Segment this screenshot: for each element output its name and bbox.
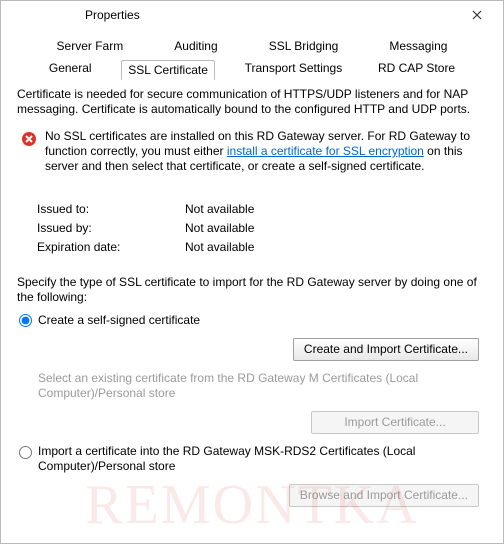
issued-by-value: Not available — [185, 221, 254, 236]
tab-general[interactable]: General — [43, 59, 98, 79]
warning-box: No SSL certificates are installed on thi… — [17, 129, 487, 174]
create-import-certificate-button[interactable]: Create and Import Certificate... — [293, 338, 479, 361]
install-certificate-link[interactable]: install a certificate for SSL encryption — [227, 144, 424, 158]
properties-dialog: Properties Server Farm Auditing SSL Brid… — [0, 0, 504, 544]
close-button[interactable] — [457, 3, 497, 27]
window-title: Properties — [7, 8, 140, 22]
expiration-value: Not available — [185, 240, 254, 255]
radio-create-self-signed[interactable] — [19, 314, 32, 327]
tab-content: Certificate is needed for secure communi… — [1, 81, 503, 507]
option-create-self-signed[interactable]: Create a self-signed certificate — [17, 313, 487, 328]
option-select-existing-label: Select an existing certificate from the … — [38, 371, 487, 401]
close-icon — [472, 10, 482, 20]
specify-text: Specify the type of SSL certificate to i… — [17, 275, 487, 305]
import-certificate-button: Import Certificate... — [311, 411, 479, 434]
tab-ssl-certificate[interactable]: SSL Certificate — [121, 60, 215, 80]
option-create-label: Create a self-signed certificate — [38, 313, 487, 328]
tab-auditing[interactable]: Auditing — [168, 37, 223, 55]
option-import-into[interactable]: Import a certificate into the RD Gateway… — [17, 444, 487, 474]
tabs: Server Farm Auditing SSL Bridging Messag… — [1, 29, 503, 81]
tab-messaging[interactable]: Messaging — [383, 37, 453, 55]
issued-to-label: Issued to: — [17, 202, 185, 217]
error-icon — [21, 131, 37, 147]
browse-import-certificate-button: Browse and Import Certificate... — [289, 484, 479, 507]
tab-server-farm[interactable]: Server Farm — [51, 37, 130, 55]
issued-by-label: Issued by: — [17, 221, 185, 236]
radio-import-into[interactable] — [19, 446, 32, 459]
tab-ssl-bridging[interactable]: SSL Bridging — [263, 37, 345, 55]
intro-text: Certificate is needed for secure communi… — [17, 87, 487, 117]
option-select-existing: Select an existing certificate from the … — [17, 371, 487, 401]
issued-to-value: Not available — [185, 202, 254, 217]
expiration-label: Expiration date: — [17, 240, 185, 255]
tab-transport-settings[interactable]: Transport Settings — [239, 59, 349, 79]
titlebar: Properties — [1, 1, 503, 29]
warning-text: No SSL certificates are installed on thi… — [45, 129, 487, 174]
option-import-into-label: Import a certificate into the RD Gateway… — [38, 444, 487, 474]
tab-rd-cap-store[interactable]: RD CAP Store — [372, 59, 461, 79]
